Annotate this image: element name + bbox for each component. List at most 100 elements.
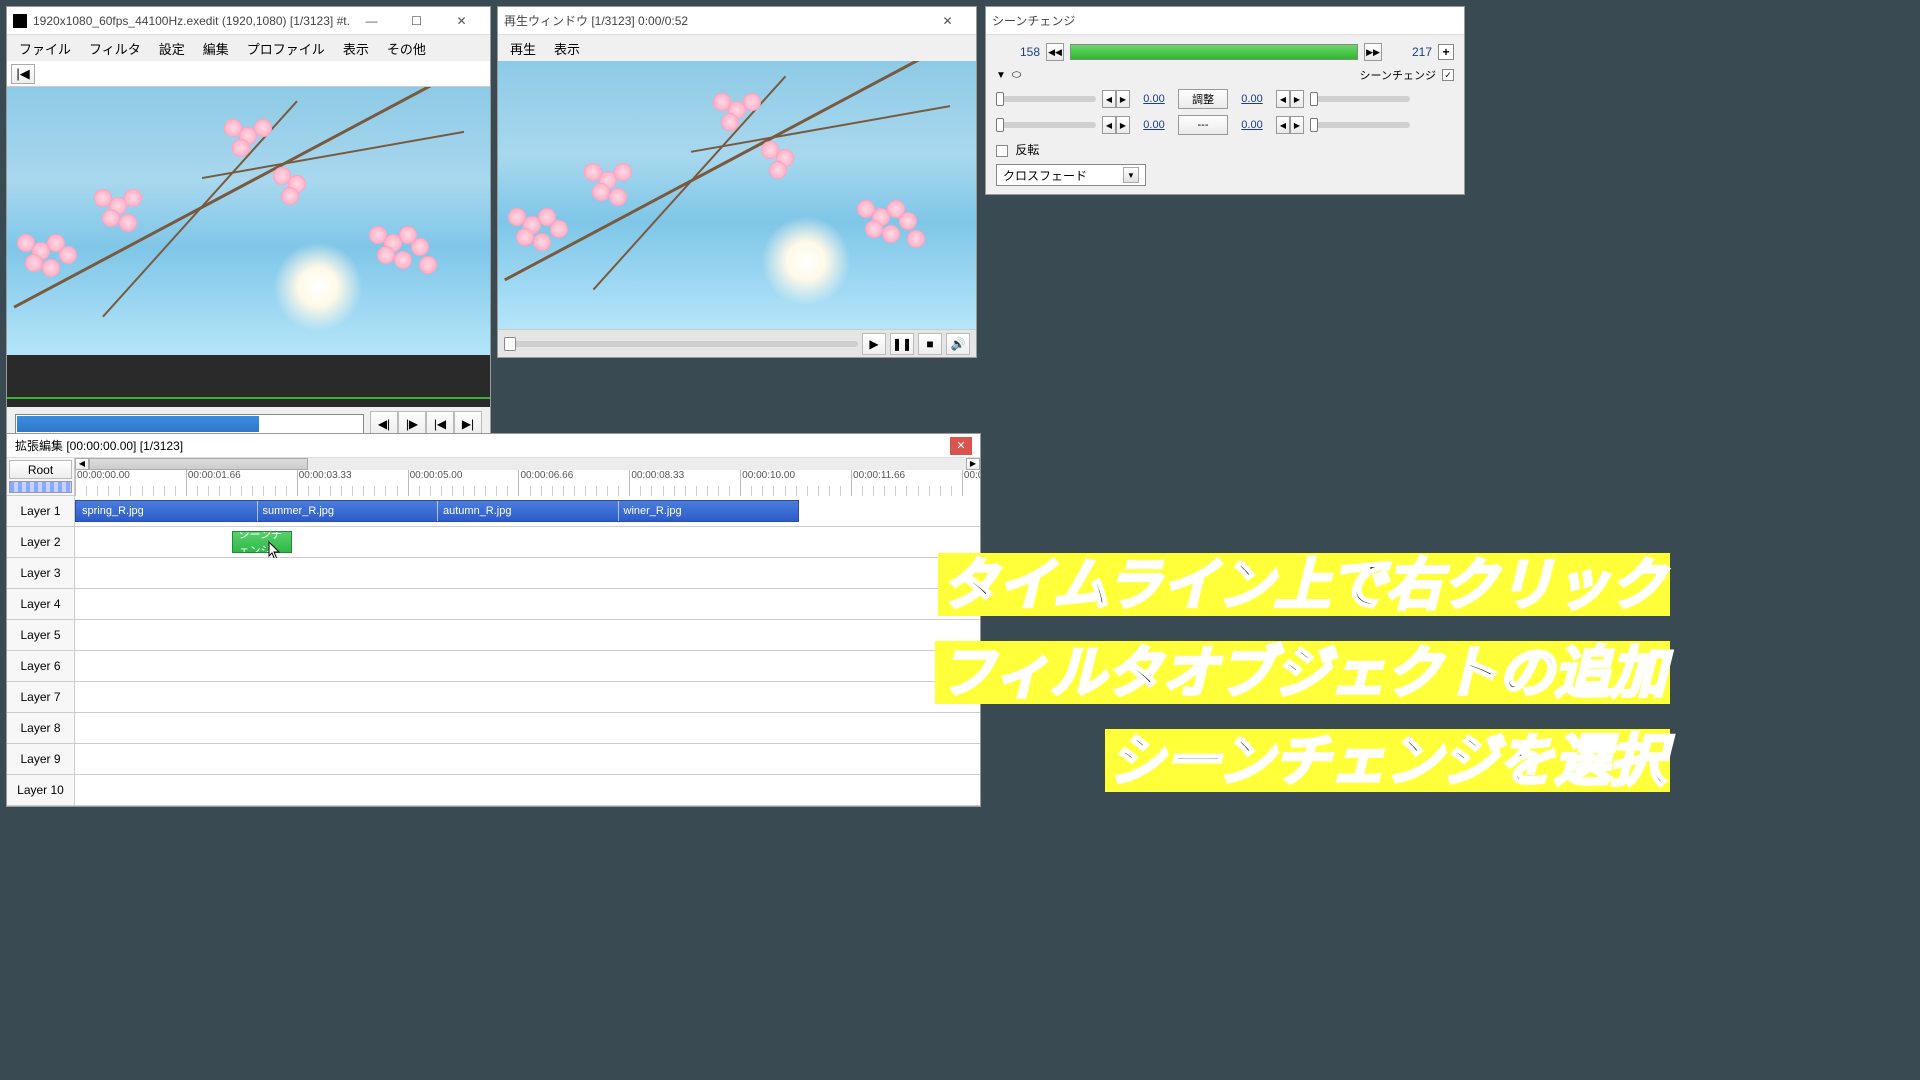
prev-step-button[interactable]: ◀◀ [1046, 43, 1064, 61]
param1-right-slider[interactable] [1310, 96, 1410, 102]
transition-dropdown[interactable]: クロスフェード ▼ [996, 164, 1146, 186]
tutorial-line-3: シーンチェンジを選択 [1105, 716, 1670, 797]
param2-left-value[interactable]: 0.00 [1136, 119, 1172, 131]
chevron-down-icon: ▼ [1123, 167, 1139, 183]
param1-left-slider[interactable] [996, 96, 1096, 102]
layer-lane[interactable] [75, 651, 980, 681]
pause-button[interactable]: ❚❚ [890, 333, 914, 355]
menu-edit[interactable]: 編集 [195, 36, 237, 61]
menu-settings[interactable]: 設定 [151, 36, 193, 61]
play-button[interactable]: ▶ [862, 333, 886, 355]
layer-lane[interactable] [75, 558, 980, 588]
param2-right-slider[interactable] [1310, 122, 1410, 128]
layer-lane[interactable] [75, 744, 980, 774]
go-to-start-button[interactable]: |◀ [11, 64, 35, 84]
layer-label[interactable]: Layer 6 [7, 651, 75, 681]
timeline-row[interactable]: Layer 10 [7, 775, 980, 806]
scene-right-label: シーンチェンジ [1360, 67, 1436, 83]
layer-label[interactable]: Layer 7 [7, 682, 75, 712]
scroll-thumb[interactable] [89, 458, 308, 470]
menu-profile[interactable]: プロファイル [239, 36, 333, 61]
minimize-button[interactable]: — [349, 7, 394, 35]
time-ruler[interactable]: 00:00:00.0000:00:01.6600:00:03.3300:00:0… [75, 470, 980, 496]
scene-toggle-checkbox[interactable]: ✓ [1442, 69, 1454, 81]
scene-change-clip[interactable]: シーンチェンジ [232, 531, 293, 553]
param2-right-inc[interactable]: ▶ [1290, 116, 1304, 134]
param1-left-value[interactable]: 0.00 [1136, 93, 1172, 105]
volume-button[interactable]: 🔊 [946, 333, 970, 355]
layer-label[interactable]: Layer 4 [7, 589, 75, 619]
param1-left-inc[interactable]: ▶ [1116, 90, 1130, 108]
add-button[interactable]: + [1438, 44, 1454, 60]
layer-label[interactable]: Layer 5 [7, 620, 75, 650]
play-preview[interactable] [498, 61, 976, 329]
menu-file[interactable]: ファイル [11, 36, 79, 61]
play-close-button[interactable]: ✕ [925, 7, 970, 35]
maximize-button[interactable]: ☐ [394, 7, 439, 35]
range-bar[interactable] [1070, 44, 1358, 60]
param1-right-value[interactable]: 0.00 [1234, 93, 1270, 105]
frame-slider[interactable] [15, 414, 364, 434]
menu-other[interactable]: その他 [379, 36, 434, 61]
menu-play-view[interactable]: 表示 [546, 36, 588, 61]
timeline-row[interactable]: Layer 8 [7, 713, 980, 744]
main-preview[interactable] [7, 87, 490, 355]
timeline-close-button[interactable]: ✕ [950, 437, 972, 455]
layer-lane[interactable] [75, 682, 980, 712]
timeline-row[interactable]: Layer 7 [7, 682, 980, 713]
layer-lane[interactable]: シーンチェンジ [75, 527, 980, 557]
param2-left-dec[interactable]: ◀ [1102, 116, 1116, 134]
menu-view[interactable]: 表示 [335, 36, 377, 61]
layer-lane[interactable] [75, 775, 980, 805]
timeline-row[interactable]: Layer 5 [7, 620, 980, 651]
close-button[interactable]: ✕ [439, 7, 484, 35]
timeline-row[interactable]: Layer 4 [7, 589, 980, 620]
timeline-clip[interactable]: spring_R.jpg [76, 501, 257, 521]
main-editor-window: 1920x1080_60fps_44100Hz.exedit (1920,108… [6, 6, 491, 442]
play-seek-slider[interactable] [504, 341, 858, 347]
layer-lane[interactable] [75, 589, 980, 619]
layer-label[interactable]: Layer 9 [7, 744, 75, 774]
timeline-clip[interactable]: winer_R.jpg [618, 501, 799, 521]
reverse-checkbox[interactable] [996, 145, 1008, 157]
param2-center-button[interactable]: --- [1178, 115, 1228, 135]
next-step-button[interactable]: ▶▶ [1364, 43, 1382, 61]
menu-play[interactable]: 再生 [502, 36, 544, 61]
timeline-row[interactable]: Layer 6 [7, 651, 980, 682]
timeline-titlebar[interactable]: 拡張編集 [00:00:00.00] [1/3123] ✕ [7, 434, 980, 458]
timeline-row[interactable]: Layer 2 シーンチェンジ [7, 527, 980, 558]
timeline-clip[interactable]: autumn_R.jpg [437, 501, 618, 521]
param1-center-button[interactable]: 調整 [1178, 89, 1228, 109]
play-titlebar[interactable]: 再生ウィンドウ [1/3123] 0:00/0:52 ✕ [498, 7, 976, 35]
scroll-left-button[interactable]: ◀ [75, 458, 89, 470]
scene-titlebar[interactable]: シーンチェンジ [986, 7, 1464, 35]
layer-lane[interactable] [75, 713, 980, 743]
clip-strip[interactable]: spring_R.jpgsummer_R.jpgautumn_R.jpgwine… [75, 500, 799, 522]
layer-lane[interactable]: spring_R.jpgsummer_R.jpgautumn_R.jpgwine… [75, 496, 980, 526]
param1-left-dec[interactable]: ◀ [1102, 90, 1116, 108]
curve-icon: ⬭ [1012, 69, 1021, 82]
layer-label[interactable]: Layer 8 [7, 713, 75, 743]
timeline-row[interactable]: Layer 9 [7, 744, 980, 775]
layer-label[interactable]: Layer 1 [7, 496, 75, 526]
stop-button[interactable]: ■ [918, 333, 942, 355]
param1-right-dec[interactable]: ◀ [1276, 90, 1290, 108]
layer-lane[interactable] [75, 620, 980, 650]
scroll-right-button[interactable]: ▶ [966, 458, 980, 470]
param1-right-inc[interactable]: ▶ [1290, 90, 1304, 108]
layer-label[interactable]: Layer 3 [7, 558, 75, 588]
layer-label[interactable]: Layer 2 [7, 527, 75, 557]
mini-timeline[interactable] [7, 355, 490, 407]
timeline-row[interactable]: Layer 3 [7, 558, 980, 589]
param2-right-value[interactable]: 0.00 [1234, 119, 1270, 131]
menu-filter[interactable]: フィルタ [81, 36, 149, 61]
root-button[interactable]: Root [9, 460, 72, 479]
timeline-row[interactable]: Layer 1spring_R.jpgsummer_R.jpgautumn_R.… [7, 496, 980, 527]
timeline-clip[interactable]: summer_R.jpg [257, 501, 438, 521]
main-titlebar[interactable]: 1920x1080_60fps_44100Hz.exedit (1920,108… [7, 7, 490, 35]
param2-left-inc[interactable]: ▶ [1116, 116, 1130, 134]
param2-left-slider[interactable] [996, 122, 1096, 128]
param2-right-dec[interactable]: ◀ [1276, 116, 1290, 134]
layer-label[interactable]: Layer 10 [7, 775, 75, 805]
timeline-hscroll[interactable]: ◀ ▶ [75, 458, 980, 470]
